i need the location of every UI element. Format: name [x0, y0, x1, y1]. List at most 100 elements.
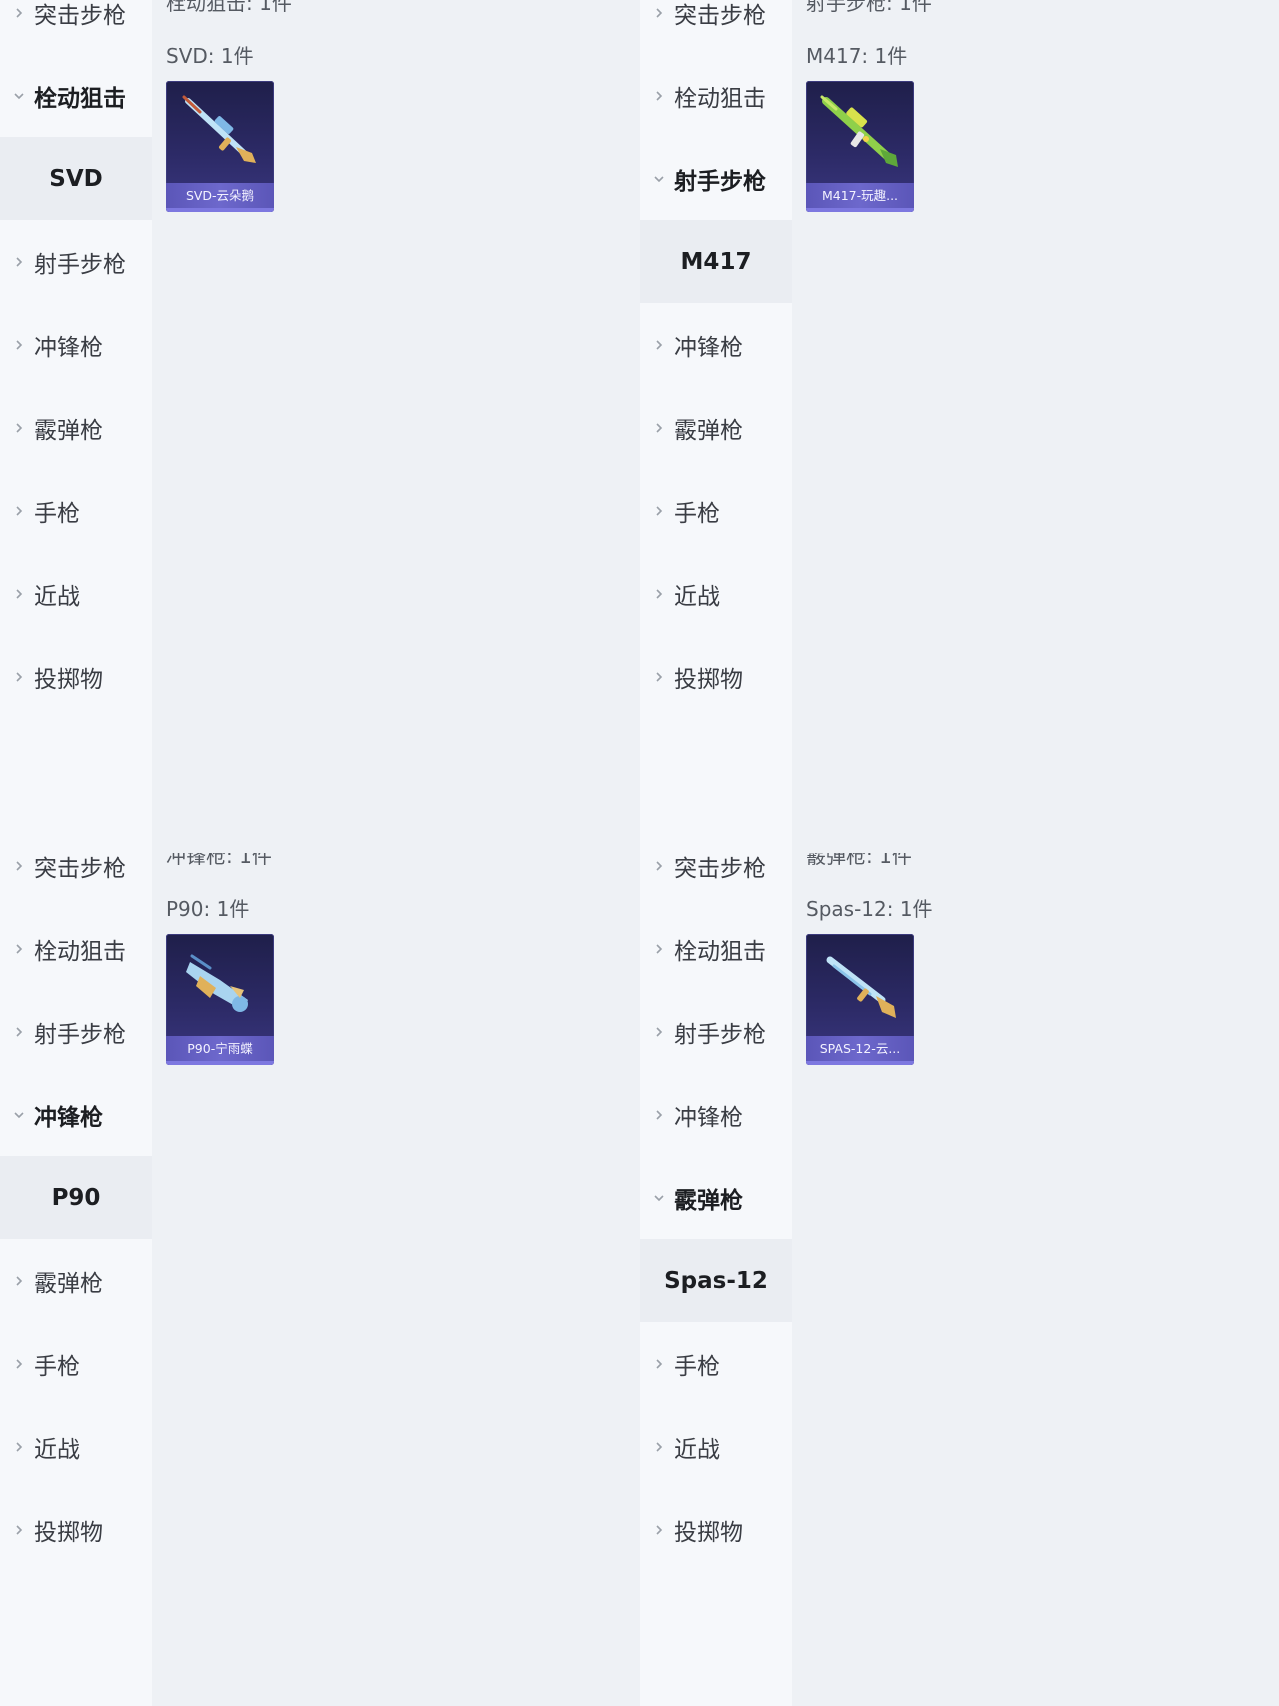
chevron-right-icon [653, 7, 665, 19]
nav-item-melee[interactable]: 近战 [640, 552, 792, 635]
nav-item-smg[interactable]: 冲锋枪 [640, 303, 792, 386]
nav-item-assault-rifle[interactable]: 突击步枪 [0, 0, 152, 54]
category-sidebar: 突击步枪 栓动狙击 射手步枪 冲锋枪 霰弹枪 Spas-12 手枪 近战 投掷物 [640, 853, 792, 1706]
nav-item-label: 冲锋枪 [34, 1104, 103, 1131]
item-content: 栓动狙击: 1件 SVD: 1件 SVD-云朵鹅 [152, 0, 640, 853]
nav-item-label: 投掷物 [34, 1519, 103, 1546]
nav-subitem-svd[interactable]: SVD [0, 137, 152, 220]
chevron-right-icon [13, 1358, 25, 1370]
nav-subitem-label: M417 [680, 248, 752, 275]
nav-item-label: 栓动狙击 [34, 938, 126, 965]
chevron-right-icon [13, 860, 25, 872]
nav-item-smg[interactable]: 冲锋枪 [640, 1073, 792, 1156]
nav-item-assault-rifle[interactable]: 突击步枪 [0, 853, 152, 907]
nav-item-label: 射手步枪 [34, 1021, 126, 1048]
nav-item-label: 近战 [674, 583, 720, 610]
nav-item-marksman-rifle[interactable]: 射手步枪 [0, 990, 152, 1073]
chevron-right-icon [13, 505, 25, 517]
nav-item-label: 手枪 [674, 500, 720, 527]
nav-subitem-label: SVD [49, 165, 103, 192]
nav-item-pistol[interactable]: 手枪 [0, 469, 152, 552]
nav-item-bolt-sniper[interactable]: 栓动狙击 [640, 54, 792, 137]
nav-item-pistol[interactable]: 手枪 [640, 469, 792, 552]
chevron-right-icon [653, 1109, 665, 1121]
chevron-down-icon [13, 90, 25, 102]
nav-item-label: 近战 [34, 583, 80, 610]
smg-icon [186, 954, 248, 1012]
skin-card[interactable]: SVD-云朵鹅 [166, 81, 274, 212]
nav-item-label: 突击步枪 [34, 2, 126, 29]
nav-item-label: 霰弹枪 [674, 417, 743, 444]
nav-item-marksman-rifle[interactable]: 射手步枪 [640, 137, 792, 220]
nav-item-label: 手枪 [674, 1353, 720, 1380]
inventory-panel-m417: 突击步枪 栓动狙击 射手步枪 M417 冲锋枪 霰弹枪 手枪 近战 投掷物 射手… [640, 0, 1279, 853]
chevron-right-icon [653, 422, 665, 434]
nav-item-marksman-rifle[interactable]: 射手步枪 [0, 220, 152, 303]
inventory-panel-svd: 突击步枪 栓动狙击 SVD 射手步枪 冲锋枪 霰弹枪 手枪 近战 投掷物 栓动狙… [0, 0, 640, 853]
nav-item-shotgun[interactable]: 霰弹枪 [640, 1156, 792, 1239]
nav-subitem-spas12[interactable]: Spas-12 [640, 1239, 792, 1322]
nav-item-throwable[interactable]: 投掷物 [0, 635, 152, 718]
nav-item-bolt-sniper[interactable]: 栓动狙击 [0, 907, 152, 990]
nav-item-label: 手枪 [34, 500, 80, 527]
nav-item-bolt-sniper[interactable]: 栓动狙击 [640, 907, 792, 990]
chevron-right-icon [13, 943, 25, 955]
chevron-right-icon [13, 1275, 25, 1287]
nav-item-smg[interactable]: 冲锋枪 [0, 303, 152, 386]
nav-item-label: 霰弹枪 [674, 1187, 743, 1214]
nav-item-smg[interactable]: 冲锋枪 [0, 1073, 152, 1156]
chevron-right-icon [13, 1524, 25, 1536]
nav-item-assault-rifle[interactable]: 突击步枪 [640, 0, 792, 54]
nav-item-melee[interactable]: 近战 [0, 1405, 152, 1488]
nav-item-throwable[interactable]: 投掷物 [0, 1488, 152, 1571]
nav-item-melee[interactable]: 近战 [0, 552, 152, 635]
nav-item-label: 手枪 [34, 1353, 80, 1380]
nav-subitem-label: Spas-12 [664, 1267, 768, 1294]
nav-item-marksman-rifle[interactable]: 射手步枪 [640, 990, 792, 1073]
nav-item-label: 霰弹枪 [34, 1270, 103, 1297]
nav-item-label: 栓动狙击 [674, 938, 766, 965]
chevron-right-icon [653, 1026, 665, 1038]
chevron-right-icon [653, 1441, 665, 1453]
skin-name: M417-玩趣... [806, 183, 914, 208]
skin-card[interactable]: M417-玩趣... [806, 81, 914, 212]
nav-item-throwable[interactable]: 投掷物 [640, 1488, 792, 1571]
nav-item-assault-rifle[interactable]: 突击步枪 [640, 853, 792, 907]
skin-card[interactable]: P90-宁雨蝶 [166, 934, 274, 1065]
nav-item-label: 投掷物 [674, 666, 743, 693]
nav-item-shotgun[interactable]: 霰弹枪 [0, 386, 152, 469]
nav-subitem-m417[interactable]: M417 [640, 220, 792, 303]
rifle-icon [820, 95, 898, 167]
nav-item-shotgun[interactable]: 霰弹枪 [0, 1239, 152, 1322]
inventory-panel-spas12: 突击步枪 栓动狙击 射手步枪 冲锋枪 霰弹枪 Spas-12 手枪 近战 投掷物… [640, 853, 1279, 1706]
nav-item-shotgun[interactable]: 霰弹枪 [640, 386, 792, 469]
nav-subitem-p90[interactable]: P90 [0, 1156, 152, 1239]
chevron-right-icon [13, 1441, 25, 1453]
nav-item-pistol[interactable]: 手枪 [640, 1322, 792, 1405]
rifle-icon [182, 95, 256, 163]
chevron-right-icon [653, 588, 665, 600]
skin-card[interactable]: SPAS-12-云... [806, 934, 914, 1065]
nav-item-label: 突击步枪 [34, 855, 126, 882]
rarity-bar [166, 208, 274, 212]
chevron-right-icon [13, 339, 25, 351]
chevron-right-icon [13, 422, 25, 434]
chevron-right-icon [13, 671, 25, 683]
nav-item-throwable[interactable]: 投掷物 [640, 635, 792, 718]
nav-item-label: 冲锋枪 [34, 334, 103, 361]
nav-item-label: 投掷物 [34, 666, 103, 693]
nav-item-pistol[interactable]: 手枪 [0, 1322, 152, 1405]
nav-item-label: 突击步枪 [674, 855, 766, 882]
nav-item-label: 突击步枪 [674, 2, 766, 29]
nav-item-label: 射手步枪 [674, 168, 766, 195]
shotgun-icon [826, 956, 896, 1018]
nav-item-melee[interactable]: 近战 [640, 1405, 792, 1488]
nav-item-label: 霰弹枪 [34, 417, 103, 444]
inventory-panel-p90: 突击步枪 栓动狙击 射手步枪 冲锋枪 P90 霰弹枪 手枪 近战 投掷物 冲锋枪… [0, 853, 640, 1706]
chevron-right-icon [13, 256, 25, 268]
nav-item-bolt-sniper[interactable]: 栓动狙击 [0, 54, 152, 137]
chevron-right-icon [653, 90, 665, 102]
weapon-count-label: M417: 1件 [806, 44, 908, 68]
item-content: 射手步枪: 1件 M417: 1件 M417-玩趣... [792, 0, 1279, 853]
chevron-down-icon [653, 173, 665, 185]
